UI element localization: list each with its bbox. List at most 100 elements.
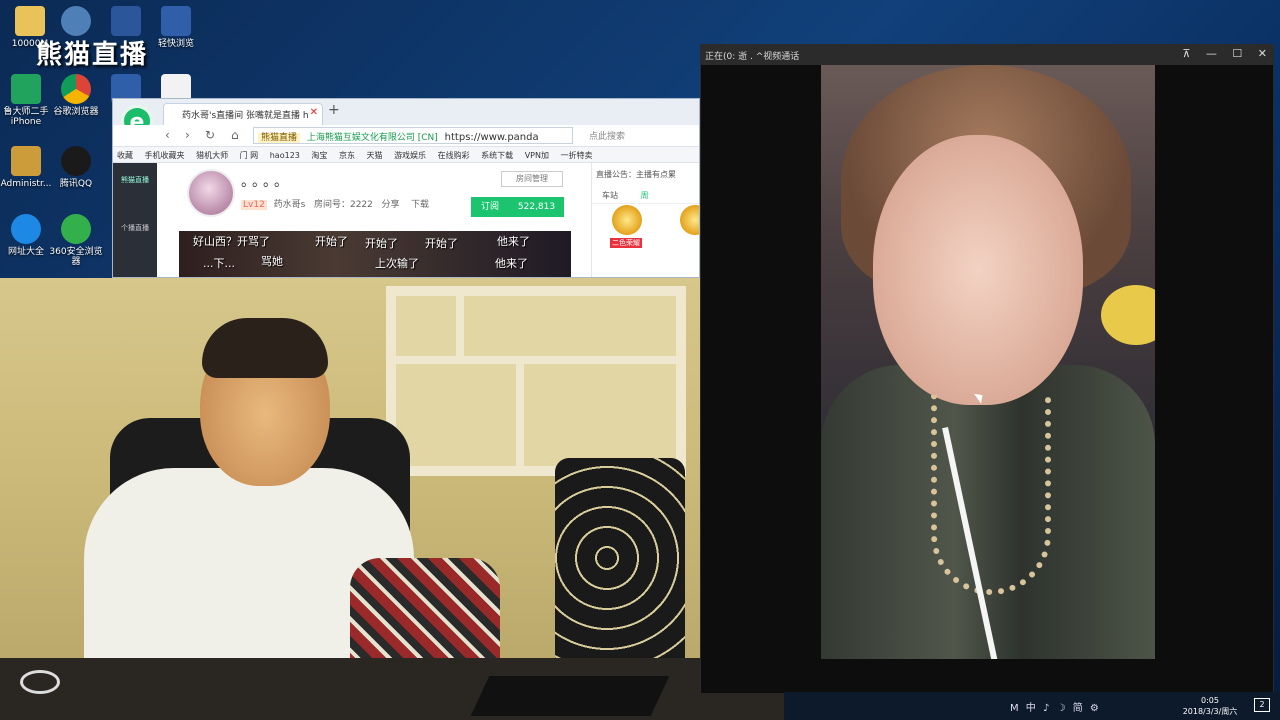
keyboard	[470, 676, 670, 716]
desktop-icon-label: 网址大全	[7, 247, 44, 257]
host-name[interactable]: 药水哥s	[274, 200, 306, 210]
desktop-icon-label: Administr...	[0, 179, 52, 189]
search-input[interactable]: 点此搜索	[589, 129, 625, 142]
window-title: 正在(0: 逝 . ^视频通话	[705, 52, 800, 62]
bookmark-item[interactable]: 淘宝	[311, 151, 327, 160]
bookmark-item[interactable]: 一折特卖	[561, 151, 593, 160]
taskbar: M 中 ♪ ☽ 简 ⚙ 0:05 2018/3/3/周六 2	[784, 692, 1280, 720]
stream-player[interactable]: 好山西？开骂了 开始了 开始了 开始了 他来了 ...下... 骂她 上次输了 …	[179, 231, 571, 277]
sidebar-item-panda[interactable]: 熊猫直播	[113, 175, 157, 185]
desktop-icon-label: 360安全浏览器	[49, 247, 103, 267]
pin-icon[interactable]: ⊼	[1182, 47, 1190, 60]
home-icon[interactable]: ⌂	[231, 128, 239, 142]
danmaku-text: 开始了	[315, 235, 348, 248]
medal-icon	[612, 205, 642, 235]
steelseries-logo-icon	[20, 670, 60, 694]
right-panel: 直播公告：主播有点累 车站 周 二色荣耀	[591, 163, 699, 277]
desktop-icon-label: 谷歌浏览器	[53, 107, 99, 117]
360-browser-icon	[61, 214, 91, 244]
close-icon[interactable]: ✕	[1258, 47, 1267, 60]
forward-icon[interactable]: ›	[185, 128, 190, 142]
rank-tabs: 车站 周	[592, 189, 699, 204]
remote-video[interactable]	[821, 65, 1155, 659]
room-meta: Lv12 药水哥s 房间号：2222 分享 下载	[241, 197, 429, 210]
video-titlebar: 正在(0: 逝 . ^视频通话 ⊼ — ☐ ✕	[701, 45, 1273, 65]
app-u-icon	[11, 74, 41, 104]
tab-title: 药水哥's直播间 张嘴就是直播 h	[182, 111, 309, 121]
tab-week[interactable]: 周	[631, 189, 659, 202]
clock[interactable]: 0:05 2018/3/3/周六	[1182, 695, 1238, 717]
maximize-icon[interactable]: ☐	[1232, 47, 1242, 60]
person-hair	[202, 318, 328, 378]
ssl-label: 上海熊猫互娱文化有限公司 [CN]	[306, 133, 438, 143]
danmaku-text: 上次输了	[375, 257, 419, 270]
window-controls: ⊼ — ☐ ✕	[1170, 47, 1267, 60]
video-call-window: 正在(0: 逝 . ^视频通话 ⊼ — ☐ ✕	[700, 44, 1274, 693]
new-tab-button[interactable]: +	[328, 102, 340, 118]
danmaku-text: 开始了	[425, 237, 458, 250]
download-link[interactable]: 下载	[411, 200, 429, 210]
address-input[interactable]: 熊猫直播 上海熊猫互娱文化有限公司 [CN] https://www.panda	[253, 127, 573, 144]
bookmark-item[interactable]: 游戏娱乐	[394, 151, 426, 160]
browser-window: e 药水哥's直播间 张嘴就是直播 h ✕ + ‹ › ↻ ⌂ 熊猫直播 上海熊…	[112, 98, 700, 278]
desktop-icon-label: 鲁大师二手iPhone	[3, 107, 49, 127]
address-bar-row: ‹ › ↻ ⌂ 熊猫直播 上海熊猫互娱文化有限公司 [CN] https://w…	[113, 125, 699, 147]
back-icon[interactable]: ‹	[165, 128, 170, 142]
brand-watermark: 熊猫直播	[36, 40, 149, 70]
panda-sidebar: 熊猫直播 个播直播	[113, 163, 157, 277]
bookmark-item[interactable]: VPN加	[525, 151, 549, 160]
room-id: 房间号：2222	[313, 200, 373, 210]
medal-icon-2	[680, 205, 699, 235]
user-icon	[11, 146, 41, 176]
url-text: https://www.panda	[444, 132, 539, 143]
browser-tab[interactable]: 药水哥's直播间 张嘴就是直播 h ✕	[163, 103, 323, 125]
avatar[interactable]	[187, 169, 235, 217]
desktop-icon-kx[interactable]: 轻快浏览	[146, 6, 206, 49]
subscribe-label: 订阅	[481, 202, 500, 212]
bookmark-item[interactable]: hao123	[270, 151, 300, 160]
tab-close-icon[interactable]: ✕	[310, 107, 318, 118]
bookmark-item[interactable]: 收藏	[117, 151, 133, 160]
room-title: 。。。。	[241, 174, 292, 190]
bookmark-item[interactable]: 系统下载	[481, 151, 513, 160]
share-link[interactable]: 分享	[381, 200, 399, 210]
room-management-dropdown[interactable]: 房间管理	[501, 171, 563, 187]
system-tray[interactable]: M 中 ♪ ☽ 简 ⚙	[1010, 699, 1101, 714]
folder-icon	[15, 6, 45, 36]
danmaku-text: 骂她	[261, 255, 283, 268]
minimize-icon[interactable]: —	[1206, 47, 1217, 60]
chrome-icon	[61, 74, 91, 104]
video-bottom-bar	[701, 659, 1273, 693]
page-content: 熊猫直播 个播直播 。。。。 Lv12 药水哥s 房间号：2222 分享 下载 …	[113, 163, 699, 277]
subscribe-button[interactable]: 订阅 522,813	[471, 197, 564, 217]
app-kx-icon	[161, 6, 191, 36]
notification-icon[interactable]: 2	[1254, 698, 1270, 712]
tab-station[interactable]: 车站	[592, 189, 628, 202]
sidebar-item-live[interactable]: 个播直播	[113, 223, 157, 233]
desktop-icon-360[interactable]: 360安全浏览器	[46, 214, 106, 267]
bookmark-item[interactable]: 门 网	[240, 151, 259, 160]
clock-date: 2018/3/3/周六	[1182, 707, 1238, 716]
bookmark-item[interactable]: 京东	[339, 151, 355, 160]
bookmark-item[interactable]: 手机收藏夹	[145, 151, 185, 160]
danmaku-text: 他来了	[495, 257, 528, 270]
desktop-icon-label: 腾讯QQ	[59, 179, 93, 189]
word-icon	[111, 6, 141, 36]
site-tag: 熊猫直播	[258, 133, 301, 143]
danmaku-text: ...下...	[203, 257, 235, 270]
reload-icon[interactable]: ↻	[205, 128, 215, 142]
face	[873, 135, 1083, 405]
qq-icon	[61, 146, 91, 176]
bookmark-item[interactable]: 在线购彩	[438, 151, 470, 160]
wall-shelf	[386, 286, 686, 476]
plush-toy	[1101, 285, 1155, 345]
clock-time: 0:05	[1201, 696, 1219, 705]
bookmark-item[interactable]: 天猫	[367, 151, 383, 160]
desktop-icon-qq[interactable]: 腾讯QQ	[46, 146, 106, 189]
danmaku-text: 开始了	[365, 237, 398, 250]
bookmark-item[interactable]: 猎机大师	[196, 151, 228, 160]
danmaku-text: 他来了	[497, 235, 530, 248]
medal-label: 二色荣耀	[610, 238, 642, 248]
desktop-icon-label: 轻快浏览	[157, 39, 194, 49]
level-badge: Lv12	[241, 200, 267, 210]
